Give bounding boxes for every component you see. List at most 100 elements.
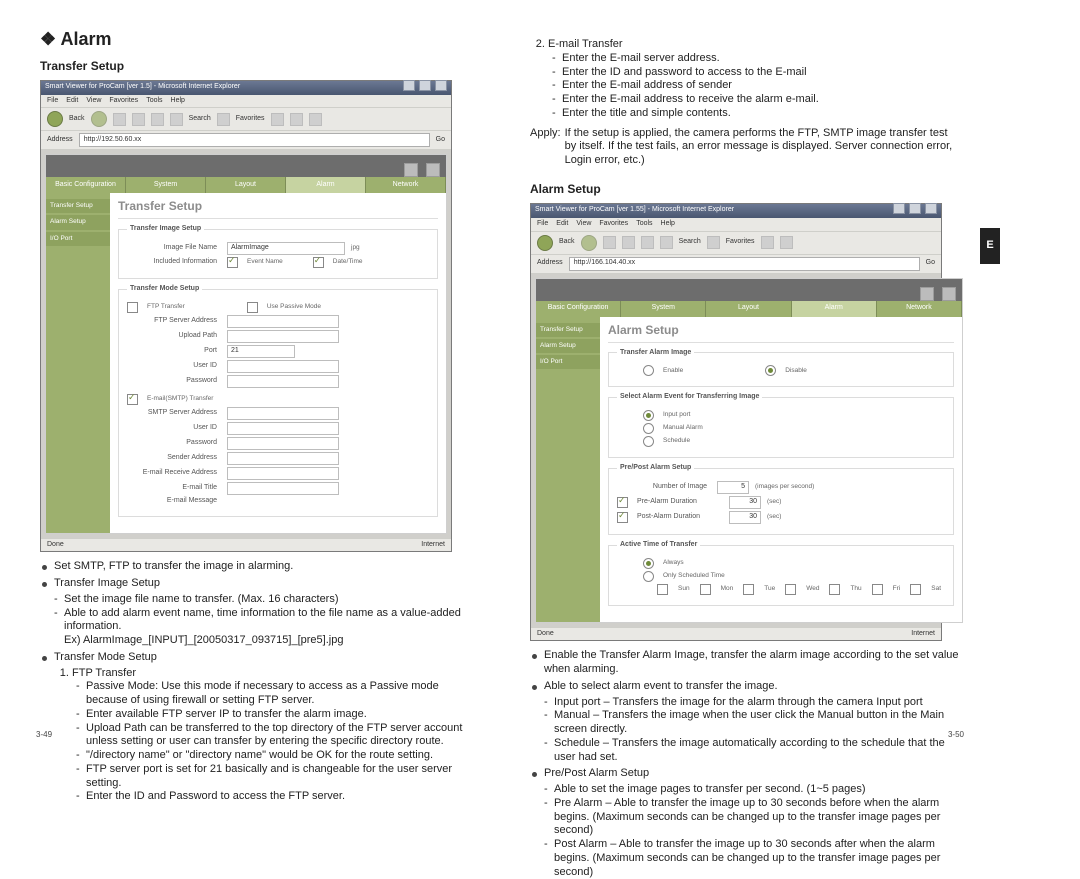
day-thu-checkbox[interactable] [829,584,840,595]
receive-address-input[interactable] [227,467,339,480]
datetime-checkbox[interactable] [313,257,324,268]
day-tue-checkbox[interactable] [743,584,754,595]
maximize-icon[interactable] [419,80,431,91]
scheduled-radio[interactable] [643,571,654,582]
num-image-input[interactable]: 5 [717,481,749,494]
schedule-radio[interactable] [643,436,654,447]
menu-help[interactable]: Help [661,220,675,229]
home-icon[interactable] [151,113,164,126]
settings-nav-icon[interactable] [942,287,956,301]
side-alarm-setup[interactable]: Alarm Setup [536,339,600,353]
home-icon[interactable] [641,236,654,249]
tab-system[interactable]: System [126,177,206,193]
day-sun-checkbox[interactable] [657,584,668,595]
tab-network[interactable]: Network [366,177,446,193]
day-sat-checkbox[interactable] [910,584,921,595]
side-alarm-setup[interactable]: Alarm Setup [46,215,110,229]
favorites-icon[interactable] [217,113,230,126]
side-transfer-setup[interactable]: Transfer Setup [536,323,600,337]
ftp-transfer-checkbox[interactable] [127,302,138,313]
image-filename-input[interactable]: AlarmImage [227,242,345,255]
minimize-icon[interactable] [893,203,905,214]
search-icon[interactable] [660,236,673,249]
history-icon[interactable] [761,236,774,249]
search-icon[interactable] [170,113,183,126]
ftp-password-input[interactable] [227,375,339,388]
back-icon[interactable] [537,235,553,251]
smtp-password-input[interactable] [227,437,339,450]
tab-basic-config[interactable]: Basic Configuration [46,177,126,193]
side-io-port[interactable]: I/O Port [46,232,110,246]
menu-view[interactable]: View [86,97,101,106]
address-input[interactable]: http://166.104.40.xx [569,257,920,271]
smtp-address-input[interactable] [227,407,339,420]
manual-alarm-radio[interactable] [643,423,654,434]
tab-layout[interactable]: Layout [706,301,791,317]
stop-icon[interactable] [603,236,616,249]
day-fri-checkbox[interactable] [872,584,883,595]
smtp-transfer-checkbox[interactable] [127,394,138,405]
minimize-icon[interactable] [403,80,415,91]
menu-favorites[interactable]: Favorites [109,97,138,106]
side-io-port[interactable]: I/O Port [536,355,600,369]
port-input[interactable]: 21 [227,345,295,358]
menu-edit[interactable]: Edit [66,97,78,106]
stop-icon[interactable] [113,113,126,126]
menu-help[interactable]: Help [171,97,185,106]
mail-icon[interactable] [290,113,303,126]
menu-file[interactable]: File [47,97,58,106]
tab-network[interactable]: Network [877,301,962,317]
ftp-address-input[interactable] [227,315,339,328]
home-nav-icon[interactable] [404,163,418,177]
back-icon[interactable] [47,111,63,127]
menu-edit[interactable]: Edit [556,220,568,229]
menu-view[interactable]: View [576,220,591,229]
maximize-icon[interactable] [909,203,921,214]
side-transfer-setup[interactable]: Transfer Setup [46,199,110,213]
transfer-mode-setup-group: Transfer Mode Setup FTP Transfer Use Pas… [118,285,438,517]
home-nav-icon[interactable] [920,287,934,301]
history-icon[interactable] [271,113,284,126]
apply-block: Apply: If the setup is applied, the came… [530,127,960,168]
day-mon-checkbox[interactable] [700,584,711,595]
close-icon[interactable] [925,203,937,214]
forward-icon[interactable] [91,111,107,127]
post-alarm-checkbox[interactable] [617,512,628,523]
refresh-icon[interactable] [132,113,145,126]
menu-tools[interactable]: Tools [146,97,162,106]
pre-alarm-input[interactable]: 30 [729,496,761,509]
post-alarm-input[interactable]: 30 [729,511,761,524]
sender-address-label: Sender Address [127,454,221,463]
smtp-userid-input[interactable] [227,422,339,435]
disable-radio[interactable] [765,365,776,376]
input-port-radio[interactable] [643,410,654,421]
enable-radio[interactable] [643,365,654,376]
tab-layout[interactable]: Layout [206,177,286,193]
menu-tools[interactable]: Tools [636,220,652,229]
close-icon[interactable] [435,80,447,91]
favorites-icon[interactable] [707,236,720,249]
forward-icon[interactable] [581,235,597,251]
email-title-input[interactable] [227,482,339,495]
tab-alarm[interactable]: Alarm [792,301,877,317]
eventname-checkbox[interactable] [227,257,238,268]
day-wed-checkbox[interactable] [785,584,796,595]
menu-favorites[interactable]: Favorites [599,220,628,229]
address-input[interactable]: http://192.50.60.xx [79,133,430,147]
go-button[interactable]: Go [436,136,445,145]
sender-address-input[interactable] [227,452,339,465]
ftp-userid-input[interactable] [227,360,339,373]
tab-system[interactable]: System [621,301,706,317]
tab-basic-config[interactable]: Basic Configuration [536,301,621,317]
refresh-icon[interactable] [622,236,635,249]
upload-path-input[interactable] [227,330,339,343]
settings-nav-icon[interactable] [426,163,440,177]
go-button[interactable]: Go [926,259,935,268]
print-icon[interactable] [309,113,322,126]
passive-mode-checkbox[interactable] [247,302,258,313]
menu-file[interactable]: File [537,220,548,229]
print-icon[interactable] [780,236,793,249]
tab-alarm[interactable]: Alarm [286,177,366,193]
always-radio[interactable] [643,558,654,569]
pre-alarm-checkbox[interactable] [617,497,628,508]
